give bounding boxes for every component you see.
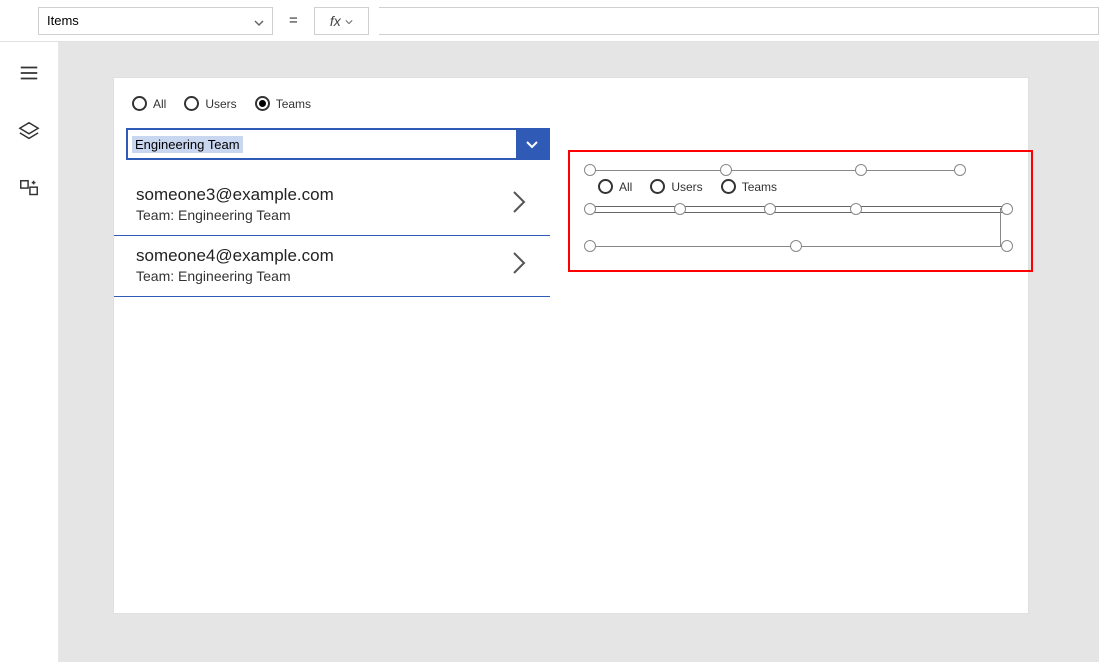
list-item[interactable]: someone3@example.com Team: Engineering T… [114, 174, 550, 236]
radio-users[interactable] [650, 179, 665, 194]
radio-all[interactable] [132, 96, 147, 111]
formula-input[interactable] [379, 7, 1099, 35]
list-item-secondary: Team: Engineering Team [136, 268, 334, 284]
list-item-primary: someone3@example.com [136, 185, 334, 205]
filter-radio-group-left: All Users Teams [132, 96, 319, 111]
property-label: Items [47, 13, 79, 28]
canvas-area[interactable]: All Users Teams Engineering Team someone… [59, 42, 1099, 662]
radio-label: All [619, 180, 632, 194]
selection-handle[interactable] [674, 203, 686, 215]
radio-teams[interactable] [721, 179, 736, 194]
selection-handle[interactable] [850, 203, 862, 215]
list-item-secondary: Team: Engineering Team [136, 207, 334, 223]
property-dropdown[interactable]: Items [38, 7, 273, 35]
radio-all[interactable] [598, 179, 613, 194]
app-screen: All Users Teams Engineering Team someone… [114, 78, 1028, 613]
selection-handle[interactable] [720, 164, 732, 176]
selection-handle[interactable] [855, 164, 867, 176]
selection-handle[interactable] [1001, 203, 1013, 215]
selection-handle[interactable] [584, 240, 596, 252]
selected-controls-group[interactable]: All Users Teams [568, 150, 1033, 272]
left-rail [0, 42, 59, 662]
team-dropdown[interactable]: Engineering Team [126, 128, 550, 160]
dropdown-value: Engineering Team [132, 136, 243, 153]
list-item-primary: someone4@example.com [136, 246, 334, 266]
fx-icon: fx [330, 13, 341, 29]
radio-label: Teams [742, 180, 777, 194]
radio-label: All [153, 97, 166, 111]
radio-label: Users [671, 180, 702, 194]
layers-icon[interactable] [18, 120, 40, 142]
selection-handle[interactable] [764, 203, 776, 215]
list-item[interactable]: someone4@example.com Team: Engineering T… [114, 236, 550, 297]
radio-label: Teams [276, 97, 311, 111]
results-list: someone3@example.com Team: Engineering T… [114, 174, 550, 297]
chevron-right-icon [510, 249, 528, 282]
equals-sign: = [283, 12, 304, 29]
chevron-down-icon [525, 137, 539, 151]
dropdown-toggle-button[interactable] [516, 128, 548, 160]
selection-handle[interactable] [1001, 240, 1013, 252]
fx-expand-button[interactable]: fx [314, 7, 369, 35]
chevron-right-icon [510, 188, 528, 221]
chevron-down-icon [345, 13, 353, 29]
radio-users[interactable] [184, 96, 199, 111]
radio-teams[interactable] [255, 96, 270, 111]
selection-handle[interactable] [584, 203, 596, 215]
radio-label: Users [205, 97, 236, 111]
filter-radio-group-right: All Users Teams [598, 179, 785, 194]
selection-handle[interactable] [584, 164, 596, 176]
selection-handle[interactable] [790, 240, 802, 252]
selection-handle[interactable] [954, 164, 966, 176]
insert-icon[interactable] [18, 178, 40, 200]
formula-bar: Items = fx [0, 0, 1099, 42]
chevron-down-icon [254, 16, 264, 26]
hamburger-icon[interactable] [18, 62, 40, 84]
